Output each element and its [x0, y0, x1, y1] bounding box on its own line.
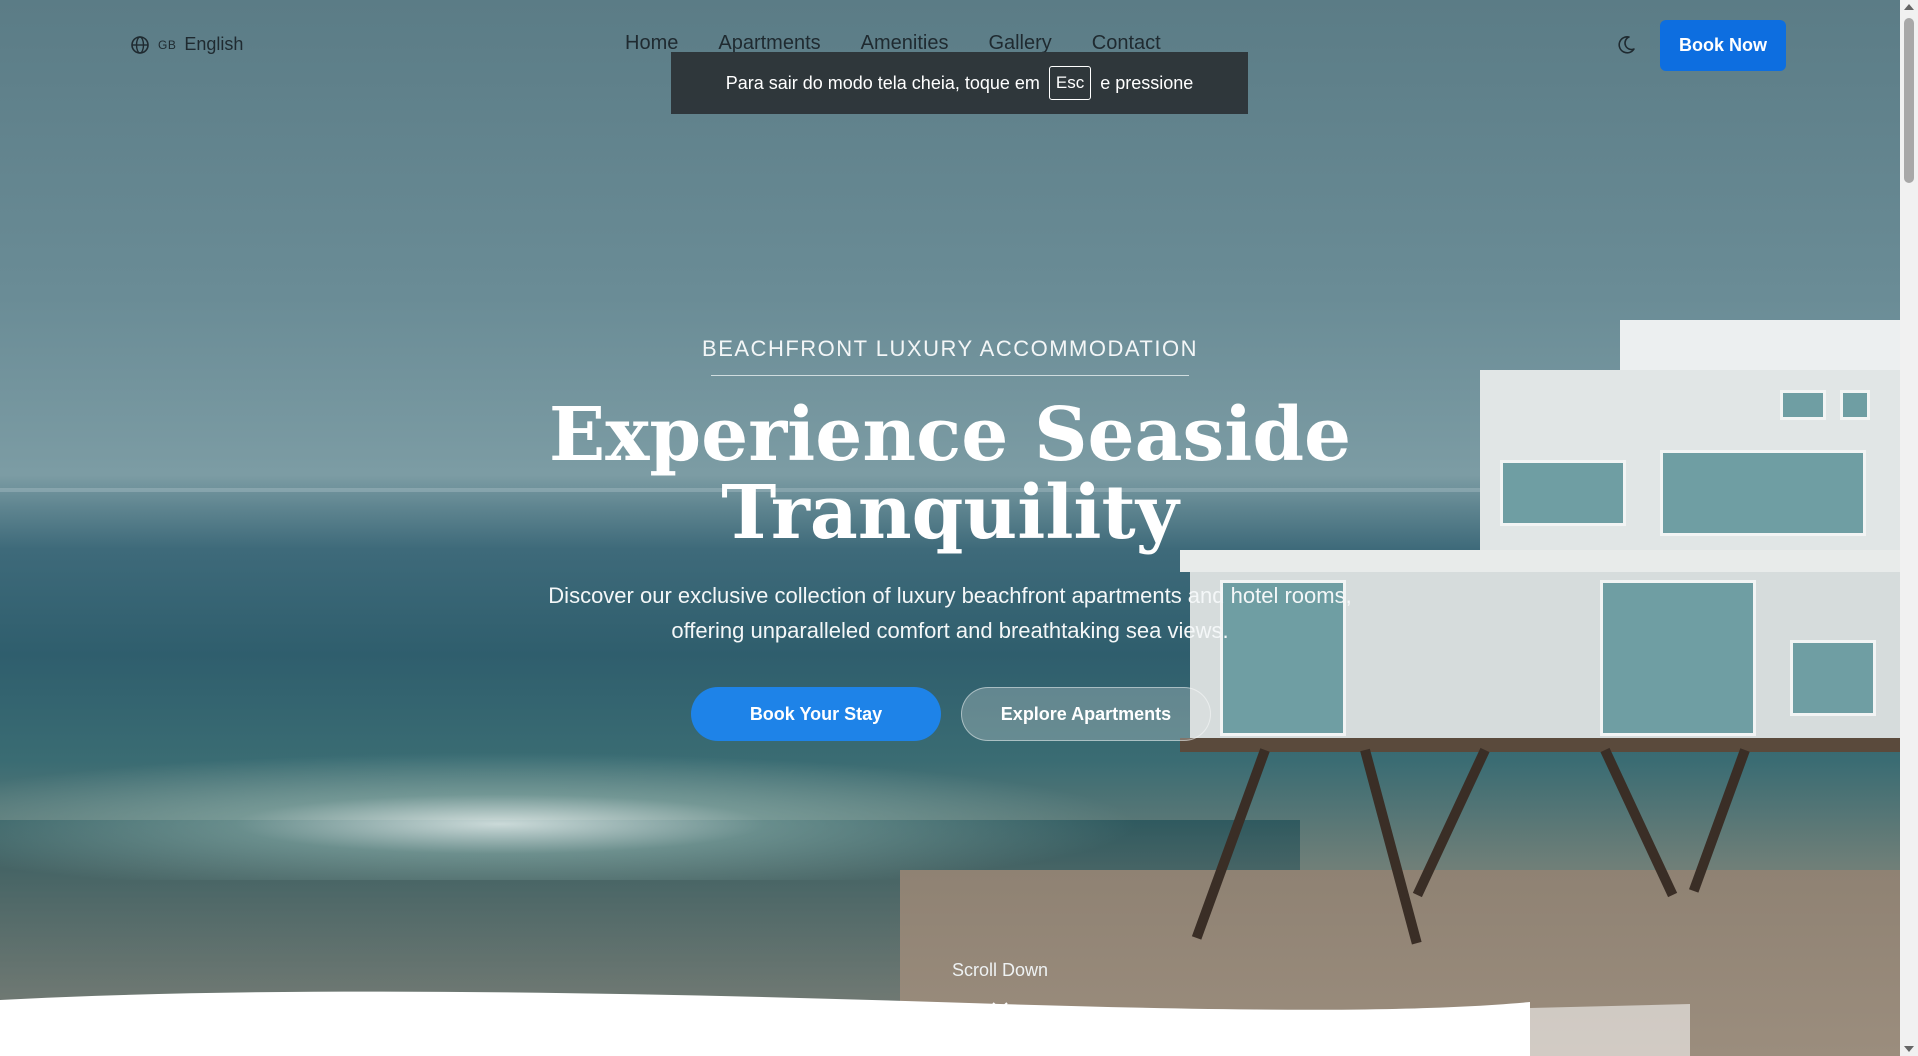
- language-label: English: [184, 34, 244, 54]
- breaking-wave: [0, 740, 1250, 880]
- language-flag: GB: [158, 37, 177, 52]
- esc-key-badge: Esc: [1048, 66, 1092, 100]
- hero-title-line2: Tranquility: [721, 470, 1179, 556]
- hero-title: Experience Seaside Tranquility: [0, 396, 1900, 552]
- scroll-down-arrow-icon[interactable]: [1904, 1046, 1914, 1052]
- hero-subtitle: Discover our exclusive collection of lux…: [548, 583, 1352, 643]
- eyebrow-divider: [711, 375, 1189, 376]
- beach-house-image: [1180, 310, 1900, 945]
- hero-title-line1: Experience Seaside: [548, 392, 1352, 478]
- hero-eyebrow: BEACHFRONT LUXURY ACCOMMODATION: [702, 336, 1198, 361]
- vertical-scrollbar[interactable]: [1900, 0, 1918, 1056]
- scrollbar-thumb[interactable]: [1904, 18, 1914, 183]
- book-your-stay-button[interactable]: Book Your Stay: [691, 687, 941, 741]
- language-selector[interactable]: GB English: [130, 34, 243, 55]
- fullscreen-exit-notice: Para sair do modo tela cheia, toque em E…: [671, 52, 1248, 114]
- globe-icon: [131, 35, 149, 54]
- notice-text-before: Para sair do modo tela cheia, toque em: [725, 72, 1040, 93]
- notice-text-after: e pressione: [1100, 72, 1194, 93]
- explore-apartments-button[interactable]: Explore Apartments: [961, 687, 1211, 741]
- moon-icon[interactable]: [1615, 34, 1637, 56]
- book-now-button[interactable]: Book Now: [1660, 20, 1786, 71]
- section-divider-wave: [0, 991, 1690, 1056]
- scroll-up-arrow-icon[interactable]: [1904, 4, 1914, 10]
- scroll-down-label[interactable]: Scroll Down: [900, 960, 1100, 981]
